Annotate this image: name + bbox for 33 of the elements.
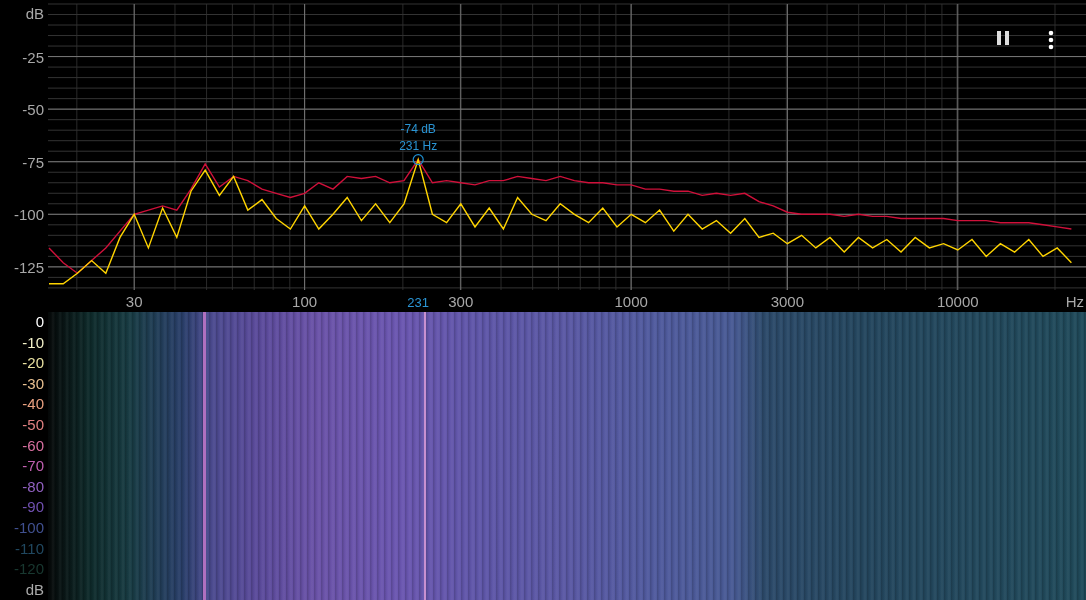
scale-label: -80 (22, 476, 44, 497)
y-tick-label: -125 (13, 258, 44, 276)
scale-label: -100 (13, 517, 44, 538)
peak-label: 231 Hz (399, 138, 438, 153)
scale-label: -30 (22, 373, 44, 394)
x-tick-label: 30 (125, 293, 143, 310)
scale-label: 0 (35, 312, 44, 332)
y-tick-label: -50 (22, 101, 44, 119)
scale-label: -90 (22, 497, 44, 518)
x-tick-label: 1000 (614, 293, 648, 310)
x-tick-label: 10000 (936, 293, 979, 310)
scale-label: -70 (22, 456, 44, 477)
scale-label: -10 (22, 332, 44, 353)
x-tick-label: 100 (292, 293, 318, 310)
more-vertical-icon (1048, 30, 1054, 50)
scale-label: -60 (22, 435, 44, 456)
peak-label: -74 dB (400, 121, 436, 136)
x-tick-label: 300 (448, 293, 474, 310)
scale-label: -110 (15, 538, 44, 559)
peak-marker-icon (412, 154, 424, 166)
y-tick-label: -75 (22, 153, 44, 171)
x-tick-label: 3000 (770, 293, 805, 310)
scale-unit: dB (25, 579, 44, 600)
scale-label: -40 (22, 394, 44, 415)
x-tick-label: 231 (407, 295, 430, 310)
scale-label: -50 (22, 414, 44, 435)
y-axis-unit: dB (25, 5, 44, 22)
x-axis-unit: Hz (1065, 293, 1084, 310)
scale-label: -120 (13, 559, 44, 580)
y-tick-label: -100 (13, 206, 44, 224)
pause-icon (995, 30, 1011, 46)
y-tick-label: -25 (22, 48, 44, 66)
scale-label: -20 (22, 353, 44, 374)
